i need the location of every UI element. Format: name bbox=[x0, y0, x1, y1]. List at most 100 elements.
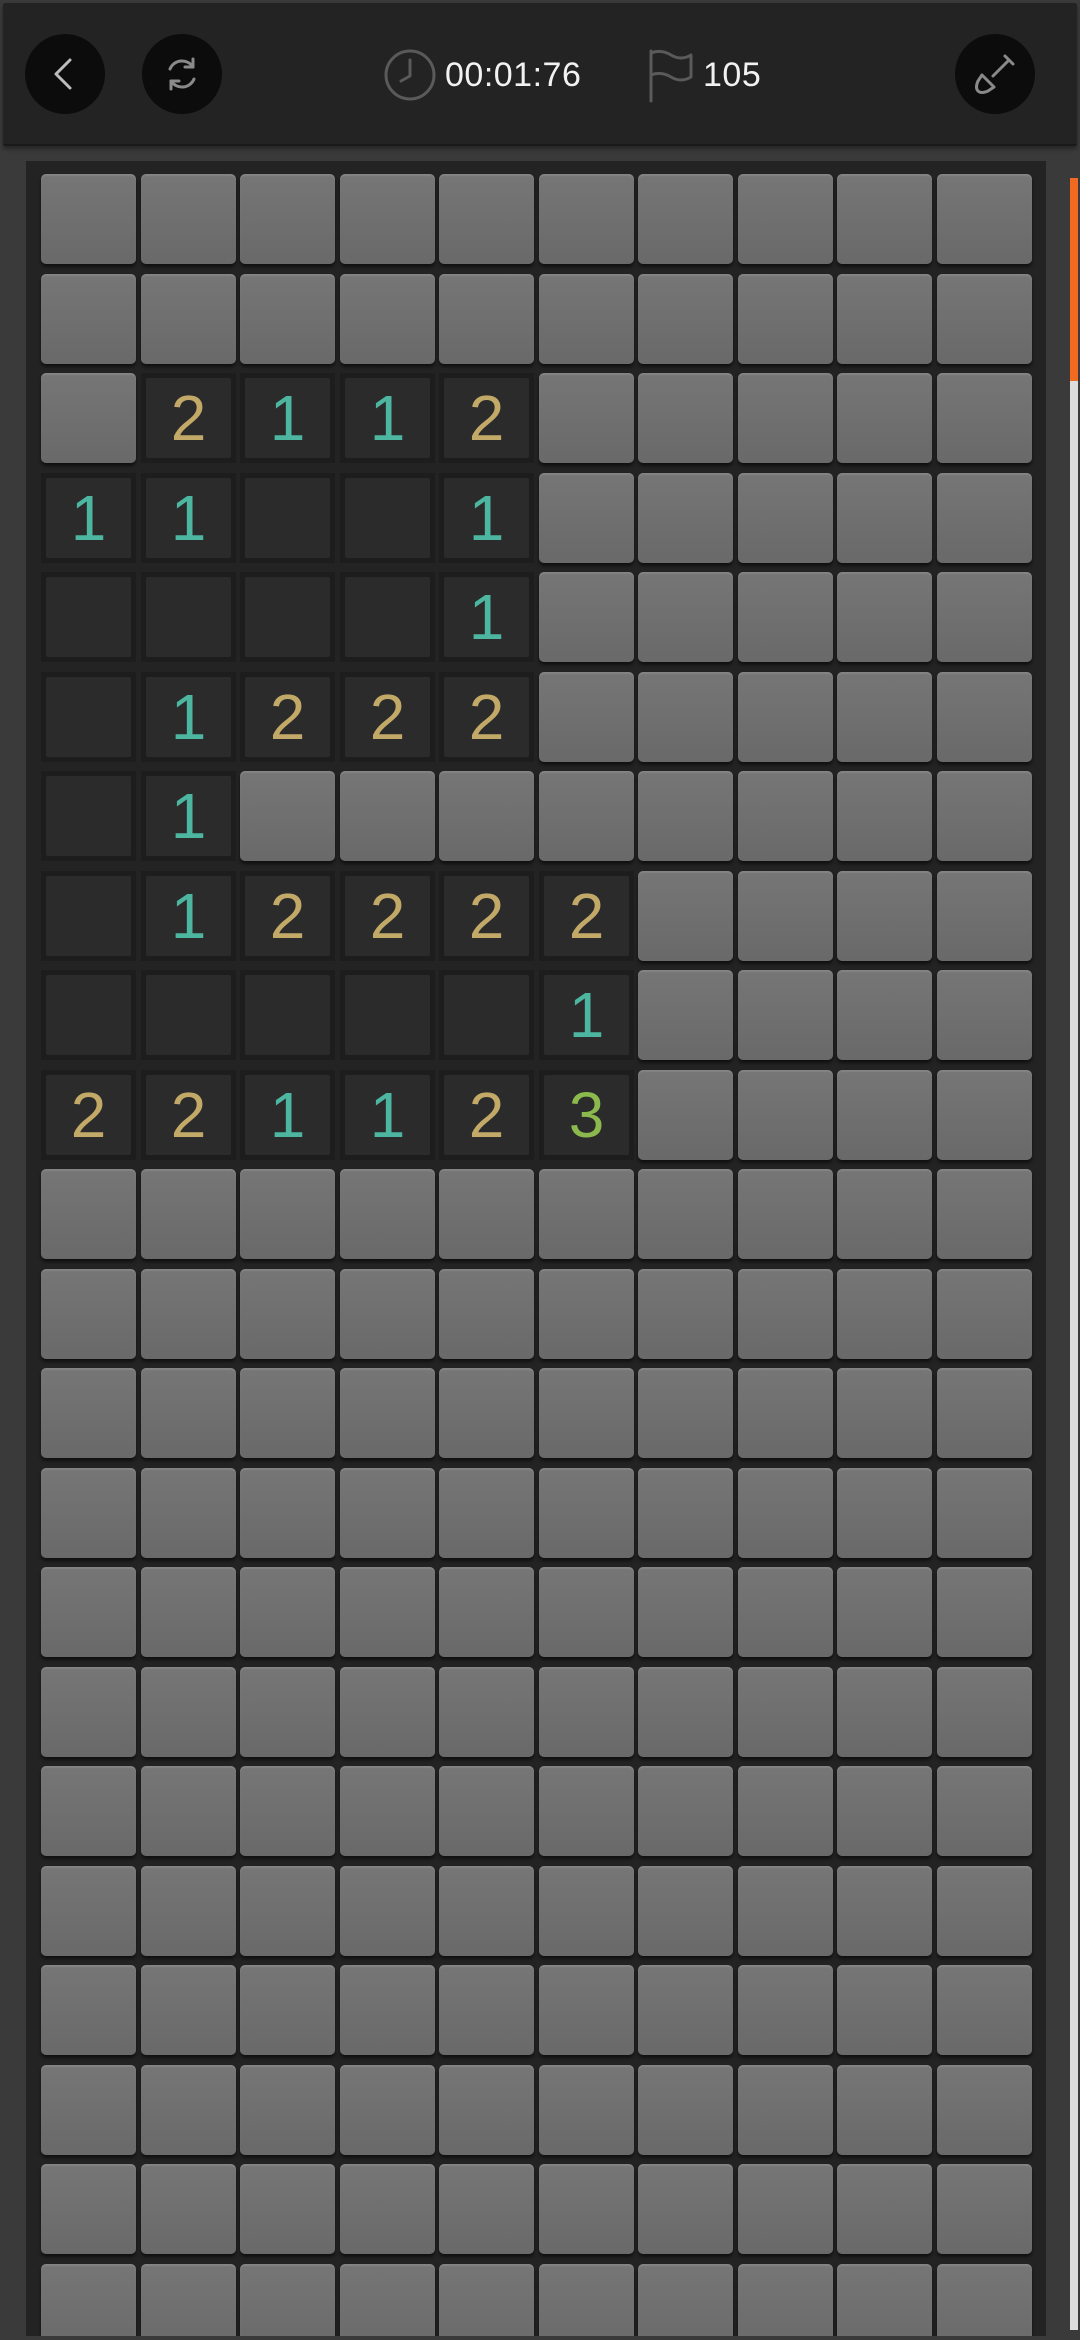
hidden-tile[interactable] bbox=[638, 1866, 733, 1956]
hidden-tile[interactable] bbox=[240, 1368, 335, 1458]
hidden-tile[interactable] bbox=[837, 1667, 932, 1757]
hidden-tile[interactable] bbox=[141, 2264, 236, 2336]
hidden-tile[interactable] bbox=[439, 274, 534, 364]
hidden-tile[interactable] bbox=[240, 1766, 335, 1856]
hidden-tile[interactable] bbox=[738, 572, 833, 662]
hidden-tile[interactable] bbox=[738, 1368, 833, 1458]
scrollbar[interactable] bbox=[1070, 178, 1078, 2330]
hidden-tile[interactable] bbox=[141, 1965, 236, 2055]
hidden-tile[interactable] bbox=[539, 2264, 634, 2336]
hidden-tile[interactable] bbox=[340, 1766, 435, 1856]
hidden-tile[interactable] bbox=[638, 1368, 733, 1458]
hidden-tile[interactable] bbox=[638, 672, 733, 762]
hidden-tile[interactable] bbox=[738, 771, 833, 861]
hidden-tile[interactable] bbox=[837, 1866, 932, 1956]
hidden-tile[interactable] bbox=[141, 1866, 236, 1956]
hidden-tile[interactable] bbox=[41, 1368, 136, 1458]
hidden-tile[interactable] bbox=[340, 1368, 435, 1458]
hidden-tile[interactable] bbox=[41, 1766, 136, 1856]
hidden-tile[interactable] bbox=[738, 373, 833, 463]
hidden-tile[interactable] bbox=[240, 1269, 335, 1359]
hidden-tile[interactable] bbox=[340, 274, 435, 364]
hidden-tile[interactable] bbox=[240, 1169, 335, 1259]
hidden-tile[interactable] bbox=[439, 174, 534, 264]
hidden-tile[interactable] bbox=[738, 473, 833, 563]
hidden-tile[interactable] bbox=[539, 1866, 634, 1956]
hidden-tile[interactable] bbox=[439, 2264, 534, 2336]
hidden-tile[interactable] bbox=[240, 1667, 335, 1757]
hidden-tile[interactable] bbox=[41, 1567, 136, 1657]
hidden-tile[interactable] bbox=[638, 2065, 733, 2155]
hidden-tile[interactable] bbox=[837, 771, 932, 861]
hidden-tile[interactable] bbox=[141, 2065, 236, 2155]
hidden-tile[interactable] bbox=[837, 274, 932, 364]
hidden-tile[interactable] bbox=[240, 2264, 335, 2336]
hidden-tile[interactable] bbox=[937, 1169, 1032, 1259]
hidden-tile[interactable] bbox=[539, 1766, 634, 1856]
hidden-tile[interactable] bbox=[837, 871, 932, 961]
hidden-tile[interactable] bbox=[41, 1169, 136, 1259]
hidden-tile[interactable] bbox=[738, 1567, 833, 1657]
hidden-tile[interactable] bbox=[240, 1866, 335, 1956]
hidden-tile[interactable] bbox=[937, 174, 1032, 264]
hidden-tile[interactable] bbox=[638, 1468, 733, 1558]
hidden-tile[interactable] bbox=[439, 1766, 534, 1856]
hidden-tile[interactable] bbox=[837, 373, 932, 463]
hidden-tile[interactable] bbox=[837, 2065, 932, 2155]
hidden-tile[interactable] bbox=[340, 1667, 435, 1757]
hidden-tile[interactable] bbox=[240, 2164, 335, 2254]
hidden-tile[interactable] bbox=[340, 1269, 435, 1359]
hidden-tile[interactable] bbox=[937, 672, 1032, 762]
hidden-tile[interactable] bbox=[638, 1965, 733, 2055]
hidden-tile[interactable] bbox=[439, 1169, 534, 1259]
hidden-tile[interactable] bbox=[738, 274, 833, 364]
hidden-tile[interactable] bbox=[738, 174, 833, 264]
hidden-tile[interactable] bbox=[738, 1766, 833, 1856]
hidden-tile[interactable] bbox=[937, 970, 1032, 1060]
hidden-tile[interactable] bbox=[937, 1368, 1032, 1458]
hidden-tile[interactable] bbox=[41, 1468, 136, 1558]
hidden-tile[interactable] bbox=[937, 1866, 1032, 1956]
hidden-tile[interactable] bbox=[937, 274, 1032, 364]
hidden-tile[interactable] bbox=[41, 1269, 136, 1359]
hidden-tile[interactable] bbox=[837, 1468, 932, 1558]
hidden-tile[interactable] bbox=[439, 2065, 534, 2155]
hidden-tile[interactable] bbox=[837, 1070, 932, 1160]
hidden-tile[interactable] bbox=[439, 1468, 534, 1558]
hidden-tile[interactable] bbox=[638, 373, 733, 463]
hidden-tile[interactable] bbox=[638, 1766, 733, 1856]
hidden-tile[interactable] bbox=[240, 771, 335, 861]
hidden-tile[interactable] bbox=[340, 1965, 435, 2055]
hidden-tile[interactable] bbox=[340, 2264, 435, 2336]
restart-button[interactable] bbox=[142, 34, 222, 114]
hidden-tile[interactable] bbox=[837, 572, 932, 662]
hidden-tile[interactable] bbox=[638, 174, 733, 264]
hidden-tile[interactable] bbox=[539, 672, 634, 762]
hidden-tile[interactable] bbox=[738, 1866, 833, 1956]
hidden-tile[interactable] bbox=[937, 1965, 1032, 2055]
hidden-tile[interactable] bbox=[240, 1567, 335, 1657]
hidden-tile[interactable] bbox=[539, 1567, 634, 1657]
hidden-tile[interactable] bbox=[439, 1567, 534, 1657]
hidden-tile[interactable] bbox=[937, 572, 1032, 662]
hidden-tile[interactable] bbox=[41, 174, 136, 264]
scrollbar-thumb[interactable] bbox=[1070, 178, 1078, 381]
back-button[interactable] bbox=[25, 34, 105, 114]
hidden-tile[interactable] bbox=[539, 771, 634, 861]
hidden-tile[interactable] bbox=[937, 1667, 1032, 1757]
hidden-tile[interactable] bbox=[738, 1169, 833, 1259]
hidden-tile[interactable] bbox=[240, 1965, 335, 2055]
hidden-tile[interactable] bbox=[638, 2264, 733, 2336]
hidden-tile[interactable] bbox=[340, 1468, 435, 1558]
hidden-tile[interactable] bbox=[41, 1866, 136, 1956]
hidden-tile[interactable] bbox=[539, 1368, 634, 1458]
hidden-tile[interactable] bbox=[141, 174, 236, 264]
hidden-tile[interactable] bbox=[240, 174, 335, 264]
hidden-tile[interactable] bbox=[937, 771, 1032, 861]
hidden-tile[interactable] bbox=[738, 1965, 833, 2055]
hidden-tile[interactable] bbox=[340, 1567, 435, 1657]
hidden-tile[interactable] bbox=[738, 672, 833, 762]
hidden-tile[interactable] bbox=[439, 1368, 534, 1458]
hidden-tile[interactable] bbox=[738, 2065, 833, 2155]
hidden-tile[interactable] bbox=[539, 572, 634, 662]
